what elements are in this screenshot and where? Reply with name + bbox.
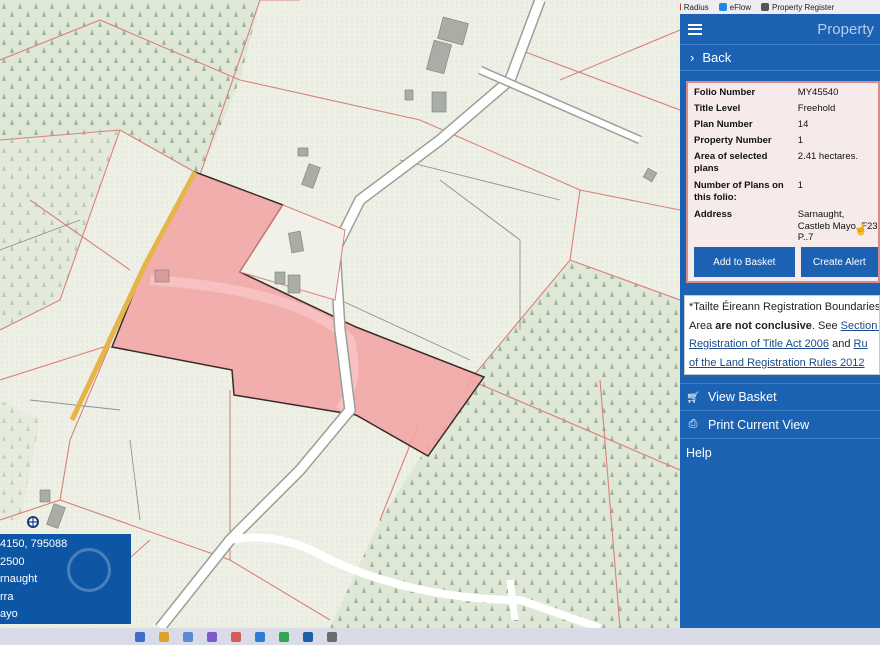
bookmark-item[interactable]: eFlow [718,2,751,12]
taskbar-app-icon[interactable] [207,631,217,642]
folio-number-value: MY45540 [797,87,839,98]
taskbar-app-icon[interactable] [135,631,145,642]
notice-line-3: Registration of Title Act 2006 and Ru [689,335,879,354]
title-level-value: Freehold [797,103,836,114]
property-number-value: 1 [797,135,804,146]
area-label: Area of selected plans [694,151,768,174]
taskbar-app-icon[interactable] [303,631,313,642]
mouse-pointer-icon: ☝ [854,224,868,236]
title-level-row: Title Level Freehold [694,103,878,119]
taskbar-app-icon[interactable] [327,631,337,642]
view-basket-item[interactable]: 🛒︎ View Basket [680,383,880,411]
scale-line: 2500 [0,555,25,568]
bookmark-item[interactable]: Property Register [761,3,834,12]
notice-text: and [829,338,854,350]
coordinates-line: 4150, 795088 [0,538,68,550]
notice-bold-text: are not conclusive [715,319,812,332]
bookmark-label: eFlow [729,2,751,12]
county-line: ayo [0,608,18,621]
section-link[interactable]: Section 6 [841,320,879,332]
plan-number-row: Plan Number 14 [694,119,878,135]
notice-line-2: Area are not conclusive. See Section 6 [689,317,879,336]
print-label: Print Current View [708,417,810,432]
notice-line-1: *Tailte Éireann Registration Boundaries … [689,301,880,313]
taskbar-folder-icon[interactable] [159,631,169,642]
taskbar-app-icon[interactable] [231,631,241,642]
notice-text: . See [811,319,841,332]
taskbar-app-icon[interactable] [183,631,193,642]
title-level-label: Title Level [694,103,741,114]
add-to-basket-button[interactable]: Add to Basket [694,247,795,277]
back-button[interactable]: › Back [680,45,880,71]
rules-2012-link[interactable]: of the Land Registration Rules 2012 [689,357,865,369]
hamburger-menu-icon[interactable] [688,23,702,35]
notice-text: Area [689,319,716,332]
create-alert-button[interactable]: Create Alert [800,247,878,277]
card-actions: Add to Basket Create Alert [694,247,878,277]
property-number-label: Property Number [694,135,772,146]
address-row: Address Sarnaught, Castleb Mayo, F23 P..… [694,209,878,245]
help-label: Help [686,446,712,460]
rules-link[interactable]: Ru [854,338,868,350]
property-details-card: Folio Number MY45540 Title Level Freehol… [686,81,880,283]
plans-count-label: Number of Plans on this folio: [694,180,784,203]
registration-notice: *Tailte Éireann Registration Boundaries … [684,295,880,375]
chevron-right-icon: › [690,50,695,65]
barony-line: rra [0,590,14,603]
notice-line-4: of the Land Registration Rules 2012 [689,354,879,373]
map-view[interactable]: 4150, 795088 2500 rnaught rra ayo [0,0,680,628]
area-value: 2.41 hectares. [797,151,858,162]
taskbar [0,628,880,645]
road-spur [506,579,519,621]
plan-number-value: 14 [797,119,809,130]
address-label: Address [694,209,733,220]
area-row: Area of selected plans 2.41 hectares. [694,151,878,180]
coordinates-info-box: 4150, 795088 2500 rnaught rra ayo [0,534,131,624]
taskbar-browser-icon[interactable] [279,631,289,642]
plans-count-value: 1 [797,180,804,191]
taskbar-app-icon[interactable] [255,631,265,642]
bookmark-icon [761,3,769,11]
back-label: Back [702,50,732,65]
folio-number-row: Folio Number MY45540 [694,87,878,103]
townland-line: rnaught [0,573,38,586]
bookmark-label: Property Register [772,2,835,12]
print-current-view-item[interactable]: ⎙ Print Current View [680,411,880,439]
folio-number-label: Folio Number [694,87,756,98]
property-number-row: Property Number 1 [694,135,878,151]
panel-title: Property [817,20,874,38]
watermark-logo-icon [67,548,111,592]
help-item[interactable]: Help [680,439,880,467]
act-link[interactable]: Registration of Title Act 2006 [689,338,829,350]
property-panel: Property › Back Folio Number MY45540 Tit… [680,14,880,628]
cart-icon: 🛒︎ [686,391,700,404]
view-basket-label: View Basket [708,390,777,404]
plan-number-label: Plan Number [694,119,753,130]
bookmark-label: Radius [683,2,709,12]
plans-count-row: Number of Plans on this folio: 1 [694,180,878,209]
panel-header: Property [680,14,880,45]
printer-icon: ⎙ [688,418,698,430]
bookmark-icon [718,3,727,11]
